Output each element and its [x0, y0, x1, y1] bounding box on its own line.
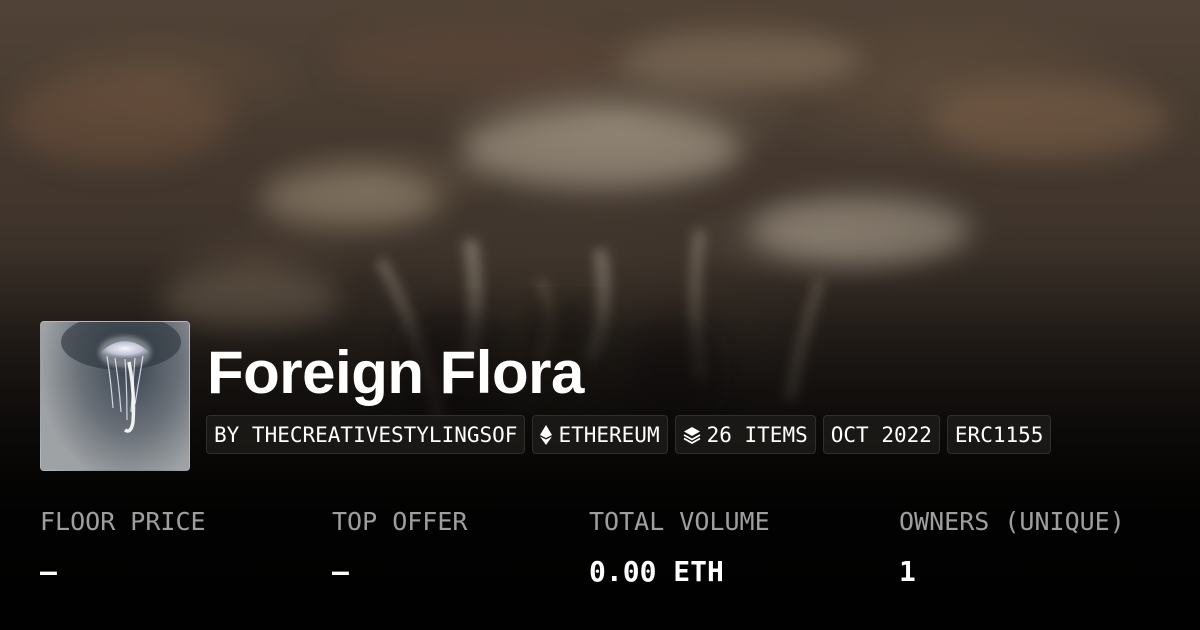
jellyfish-image: [61, 322, 181, 433]
items-tag[interactable]: 26 ITEMS: [674, 415, 816, 454]
stat-value: 0.00 ETH: [589, 555, 724, 588]
stat-label: OWNERS (UNIQUE): [899, 507, 1125, 536]
stat-label: TOTAL VOLUME: [589, 507, 770, 536]
ethereum-icon: [540, 424, 553, 445]
stat-value: —: [40, 555, 57, 588]
creator-label: BY THECREATIVESTYLINGSOF: [214, 422, 518, 447]
stat-total-volume: TOTAL VOLUME 0.00 ETH: [589, 505, 770, 589]
stat-floor-price: FLOOR PRICE —: [40, 505, 206, 589]
chain-label: ETHEREUM: [558, 422, 660, 447]
stat-value: 1: [899, 555, 916, 588]
standard-label: ERC1155: [954, 422, 1044, 447]
collection-stats: FLOOR PRICE — TOP OFFER — TOTAL VOLUME 0…: [40, 505, 1180, 605]
stat-value: —: [332, 555, 349, 588]
stat-top-offer: TOP OFFER —: [332, 505, 467, 589]
creator-tag[interactable]: BY THECREATIVESTYLINGSOF: [206, 415, 526, 454]
layers-icon: [683, 426, 701, 444]
collection-tags: BY THECREATIVESTYLINGSOF ETHEREUM 26 ITE…: [206, 415, 1052, 454]
standard-tag: ERC1155: [946, 415, 1052, 454]
collection-avatar[interactable]: [40, 321, 190, 471]
stat-owners: OWNERS (UNIQUE) 1: [899, 505, 1125, 589]
stat-label: FLOOR PRICE: [40, 507, 206, 536]
date-label: OCT 2022: [830, 422, 932, 447]
chain-tag[interactable]: ETHEREUM: [532, 415, 668, 454]
date-tag: OCT 2022: [822, 415, 940, 454]
collection-title: Foreign Flora: [207, 339, 584, 406]
stat-label: TOP OFFER: [332, 507, 468, 536]
items-label: 26 ITEMS: [706, 422, 808, 447]
